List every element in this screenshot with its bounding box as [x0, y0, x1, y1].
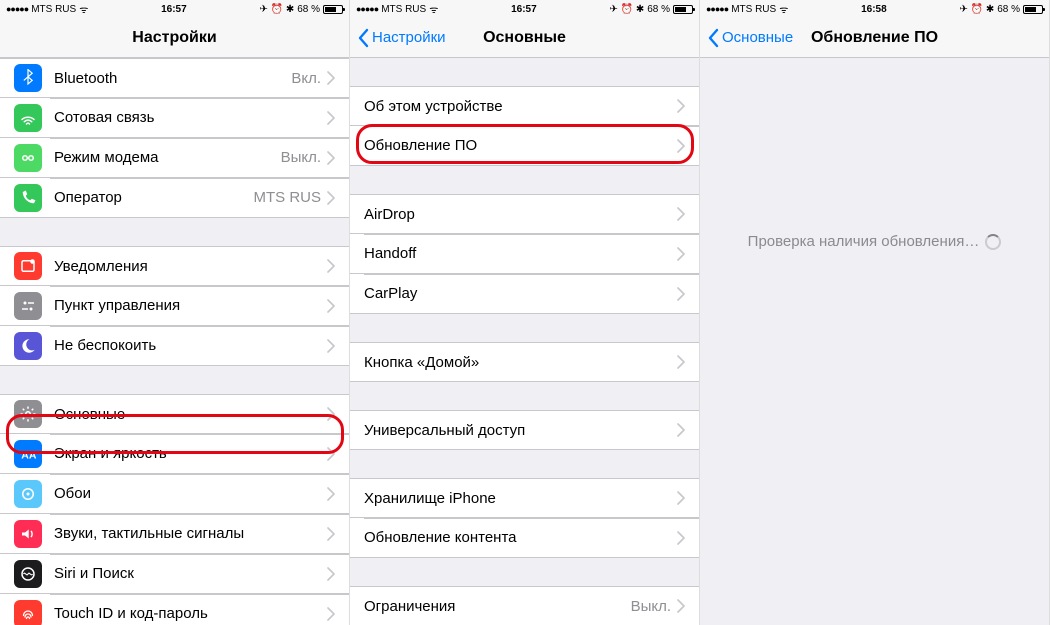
settings-row-siri[interactable]: Siri и Поиск [0, 554, 349, 594]
row-value: Выкл. [631, 598, 671, 615]
settings-row-bluetooth[interactable]: Bluetooth Вкл. [0, 58, 349, 98]
row-label: Обновление ПО [364, 137, 677, 154]
battery-icon [323, 5, 343, 14]
row-label: Кнопка «Домой» [364, 354, 677, 371]
settings-row-phone[interactable]: Оператор MTS RUS [0, 178, 349, 218]
status-icons: ✈︎ ⏰ ✱ [259, 4, 294, 15]
screen-settings: ●●●●● MTS RUS ᯤ 16:57 ✈︎ ⏰ ✱ 68 % Настро… [0, 0, 350, 625]
nav-bar: Настройки [0, 18, 349, 58]
status-bar: ●●●●● MTS RUS ᯤ 16:57 ✈︎ ⏰ ✱ 68 % [350, 0, 699, 18]
row-label: Пункт управления [54, 297, 327, 314]
cellular-icon [14, 104, 42, 132]
settings-row[interactable]: Универсальный доступ [350, 410, 699, 450]
row-value: MTS RUS [254, 189, 322, 206]
settings-row-gear[interactable]: Основные [0, 394, 349, 434]
row-label: Оператор [54, 189, 254, 206]
row-label: Siri и Поиск [54, 565, 327, 582]
screen-general: ●●●●● MTS RUS ᯤ 16:57 ✈︎ ⏰ ✱ 68 % Настро… [350, 0, 700, 625]
row-label: Bluetooth [54, 70, 291, 87]
settings-row-hotspot[interactable]: Режим модема Выкл. [0, 138, 349, 178]
update-checking-area: Проверка наличия обновления… [700, 58, 1049, 625]
settings-row[interactable]: Handoff [350, 234, 699, 274]
row-value: Выкл. [281, 149, 321, 166]
nav-bar: Настройки Основные [350, 18, 699, 58]
settings-row-aa[interactable]: Экран и яркость [0, 434, 349, 474]
settings-row[interactable]: Обновление ПО [350, 126, 699, 166]
battery-text: 68 % [297, 4, 320, 15]
settings-row-control[interactable]: Пункт управления [0, 286, 349, 326]
settings-row[interactable]: Об этом устройстве [350, 86, 699, 126]
back-button[interactable]: Основные [708, 28, 793, 48]
aa-icon [14, 440, 42, 468]
row-label: Ограничения [364, 598, 631, 615]
checking-label: Проверка наличия обновления… [748, 233, 980, 250]
bluetooth-icon [14, 64, 42, 92]
row-label: Уведомления [54, 258, 327, 275]
gear-icon [14, 400, 42, 428]
battery-icon [673, 5, 693, 14]
hotspot-icon [14, 144, 42, 172]
nav-bar: Основные Обновление ПО [700, 18, 1049, 58]
siri-icon [14, 560, 42, 588]
wifi-icon: ᯤ [79, 2, 88, 16]
settings-row[interactable]: Ограничения Выкл. [350, 586, 699, 625]
row-label: Об этом устройстве [364, 98, 677, 115]
settings-row[interactable]: Кнопка «Домой» [350, 342, 699, 382]
row-label: CarPlay [364, 285, 677, 302]
row-label: Хранилище iPhone [364, 490, 677, 507]
screen-software-update: ●●●●● MTS RUS ᯤ 16:58 ✈︎ ⏰ ✱ 68 % Основн… [700, 0, 1050, 625]
wallpaper-icon [14, 480, 42, 508]
wifi-icon: ᯤ [429, 2, 438, 16]
row-label: Универсальный доступ [364, 422, 677, 439]
row-label: Экран и яркость [54, 445, 327, 462]
row-label: Режим модема [54, 149, 281, 166]
clock: 16:58 [861, 4, 887, 15]
status-bar: ●●●●● MTS RUS ᯤ 16:58 ✈︎ ⏰ ✱ 68 % [700, 0, 1049, 18]
carrier-label: MTS RUS [31, 4, 76, 15]
settings-row[interactable]: Хранилище iPhone [350, 478, 699, 518]
settings-list[interactable]: Bluetooth Вкл. Сотовая связь Режим модем… [0, 58, 349, 625]
status-bar: ●●●●● MTS RUS ᯤ 16:57 ✈︎ ⏰ ✱ 68 % [0, 0, 349, 18]
phone-icon [14, 184, 42, 212]
back-label: Настройки [372, 29, 446, 46]
settings-row-notify[interactable]: Уведомления [0, 246, 349, 286]
row-label: Обои [54, 485, 327, 502]
row-label: Touch ID и код-пароль [54, 605, 327, 622]
row-label: Handoff [364, 245, 677, 262]
back-label: Основные [722, 29, 793, 46]
settings-row[interactable]: CarPlay [350, 274, 699, 314]
settings-row-moon[interactable]: Не беспокоить [0, 326, 349, 366]
touchid-icon [14, 600, 42, 625]
settings-row-cellular[interactable]: Сотовая связь [0, 98, 349, 138]
row-label: Основные [54, 406, 327, 423]
battery-icon [1023, 5, 1043, 14]
settings-row-wallpaper[interactable]: Обои [0, 474, 349, 514]
spinner-icon [985, 234, 1001, 250]
notify-icon [14, 252, 42, 280]
settings-row-sound[interactable]: Звуки, тактильные сигналы [0, 514, 349, 554]
control-icon [14, 292, 42, 320]
page-title: Настройки [0, 29, 349, 47]
clock: 16:57 [511, 4, 537, 15]
clock: 16:57 [161, 4, 187, 15]
settings-row-touchid[interactable]: Touch ID и код-пароль [0, 594, 349, 625]
moon-icon [14, 332, 42, 360]
general-list[interactable]: Об этом устройстве Обновление ПО AirDrop… [350, 58, 699, 625]
settings-row[interactable]: AirDrop [350, 194, 699, 234]
back-button[interactable]: Настройки [358, 28, 446, 48]
wifi-icon: ᯤ [779, 2, 788, 16]
sound-icon [14, 520, 42, 548]
row-value: Вкл. [291, 70, 321, 87]
row-label: AirDrop [364, 206, 677, 223]
row-label: Сотовая связь [54, 109, 327, 126]
row-label: Не беспокоить [54, 337, 327, 354]
settings-row[interactable]: Обновление контента [350, 518, 699, 558]
row-label: Звуки, тактильные сигналы [54, 525, 327, 542]
row-label: Обновление контента [364, 529, 677, 546]
